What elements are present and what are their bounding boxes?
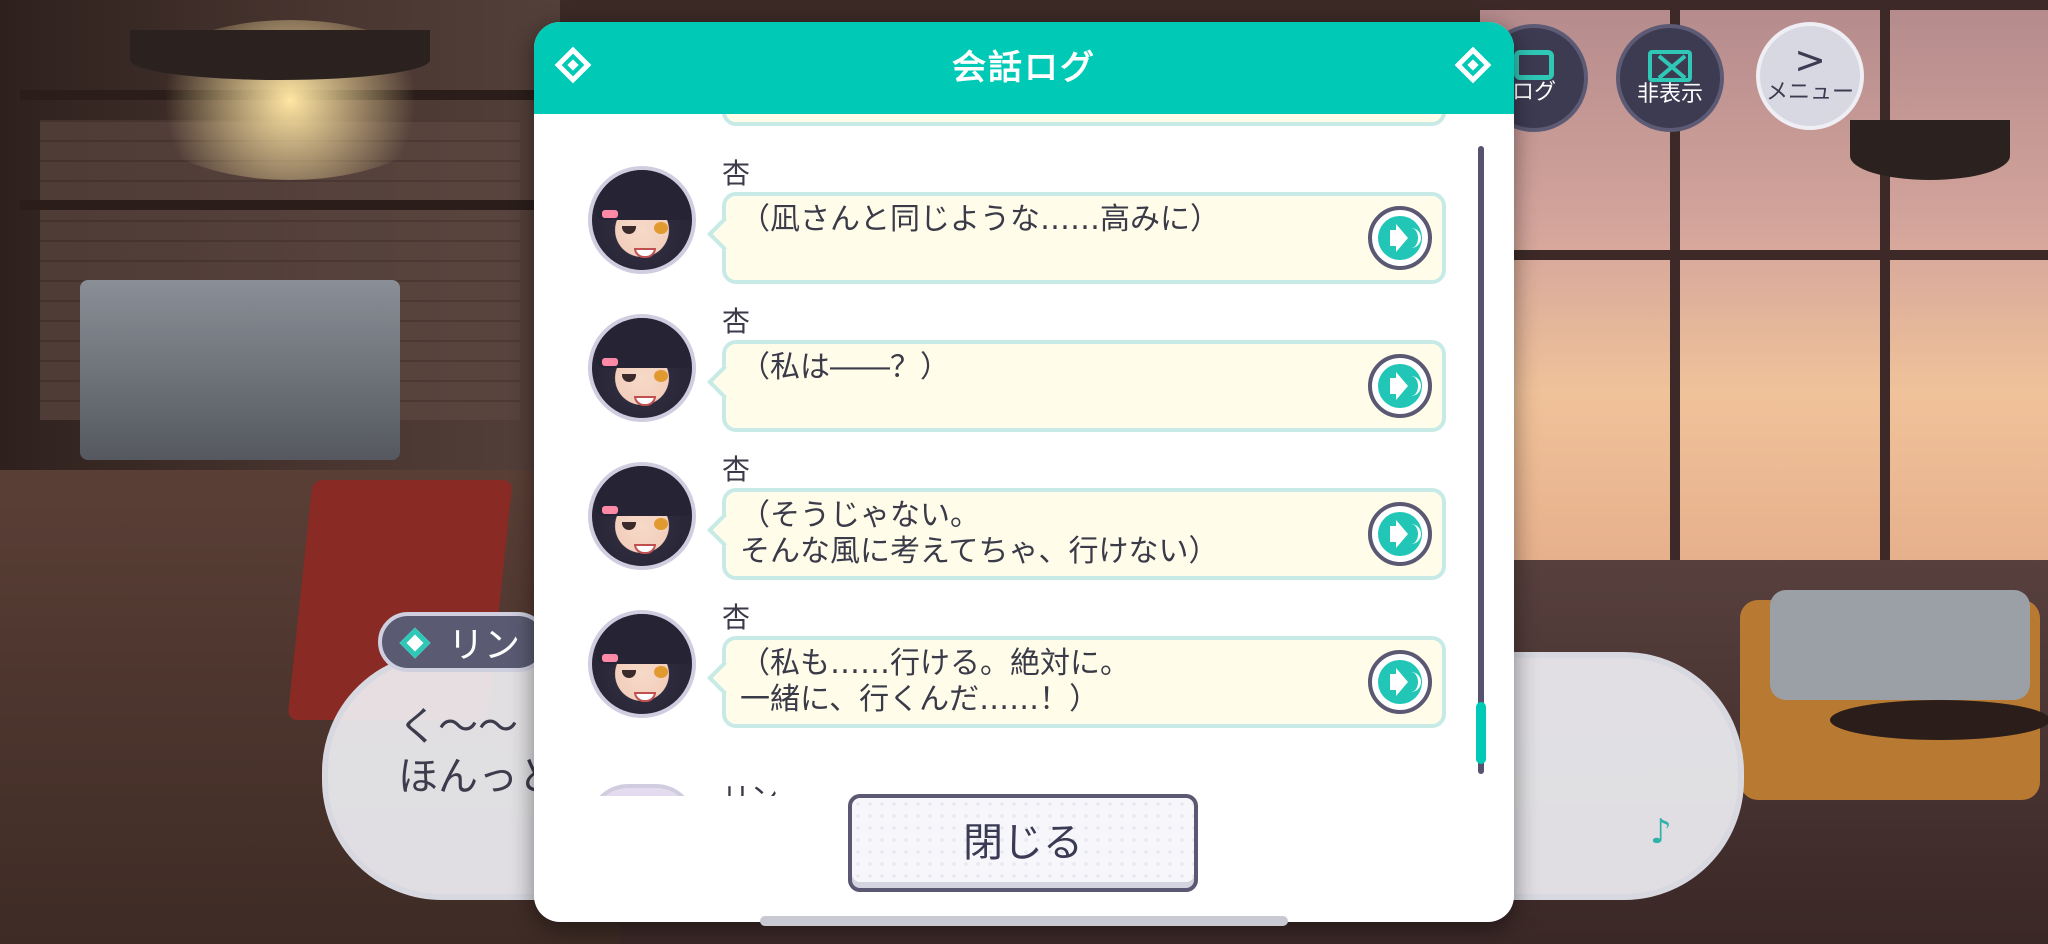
chevron-right-icon: > [1794, 38, 1826, 82]
log-list[interactable]: 杏 （凪さんと同じような……高みに） 杏 （私は――？） 杏 （そうじゃない。 … [534, 114, 1514, 796]
log-scrollbar-track[interactable] [1478, 146, 1484, 774]
chat-icon [1514, 50, 1554, 80]
log-entry: 杏 （私も……行ける。絶対に。 一緒に、行くんだ……！） [588, 601, 1448, 744]
hide-button-label: 非表示 [1636, 82, 1703, 107]
log-scrollbar-thumb[interactable] [1476, 702, 1486, 764]
dialogue-text: （凪さんと同じような……高みに） [740, 202, 1220, 237]
menu-button[interactable]: > メニュー [1756, 22, 1864, 130]
speaker-name: 杏 [722, 453, 751, 486]
speaker-name: 杏 [722, 157, 751, 190]
dialogue-bubble: （私は――？） [722, 340, 1446, 432]
modal-title: 会話ログ [952, 48, 1096, 88]
window-frame [1480, 0, 2048, 10]
dialogue-text: （そうじゃない。 そんな風に考えてちゃ、行けない） [740, 498, 1219, 569]
log-entry: 杏 （私は――？） [588, 305, 1448, 448]
speaker-icon [1378, 364, 1422, 408]
ceiling-lamp [1850, 120, 2010, 180]
window-frame [1480, 250, 2048, 260]
log-bubble-partial [722, 114, 1446, 126]
voice-replay-button[interactable] [1368, 502, 1432, 566]
speaker-icon [1378, 512, 1422, 556]
cafe-table [1830, 700, 2048, 740]
dialogue-text: （私も……行ける。絶対に。 一緒に、行くんだ……！） [740, 646, 1130, 717]
log-entry: 杏 （そうじゃない。 そんな風に考えてちゃ、行けない） [588, 453, 1448, 596]
character-avatar [588, 462, 696, 570]
grey-armchair [1770, 590, 2030, 700]
speaker-name: 杏 [722, 601, 751, 634]
character-avatar [588, 314, 696, 422]
ceiling-lamp [130, 30, 430, 80]
espresso-machine [80, 280, 400, 460]
hide-ui-button[interactable]: 非表示 [1616, 24, 1724, 132]
story-speaker-nameplate: リン [378, 612, 548, 672]
hide-icon [1648, 50, 1692, 82]
dialogue-bubble: （私も……行ける。絶対に。 一緒に、行くんだ……！） [722, 636, 1446, 728]
dialogue-bubble: （そうじゃない。 そんな風に考えてちゃ、行けない） [722, 488, 1446, 580]
log-entry: 杏 （凪さんと同じような……高みに） [588, 157, 1448, 300]
speaker-name-partial: リン [722, 776, 778, 796]
character-avatar [588, 610, 696, 718]
shelf [20, 200, 540, 210]
modal-header: 会話ログ [534, 22, 1514, 114]
speaker-icon [1378, 660, 1422, 704]
voice-replay-button[interactable] [1368, 206, 1432, 270]
speaker-name: 杏 [722, 305, 751, 338]
close-button[interactable]: 閉じる [848, 794, 1198, 892]
dialogue-text: （私は――？） [740, 350, 950, 385]
speaker-icon [1378, 216, 1422, 260]
story-speaker-name: リン [448, 625, 521, 666]
diamond-icon [399, 627, 431, 659]
dialogue-bubble: （凪さんと同じような……高みに） [722, 192, 1446, 284]
home-indicator [760, 916, 1288, 926]
voice-replay-button[interactable] [1368, 650, 1432, 714]
conversation-log-modal: 会話ログ 杏 （凪さんと同じような……高みに） 杏 （私は――？） 杏 （そうじ… [534, 22, 1514, 922]
window-frame [1880, 0, 1890, 560]
menu-button-label: メニュー [1765, 80, 1854, 105]
character-avatar [588, 166, 696, 274]
voice-replay-button[interactable] [1368, 354, 1432, 418]
music-note-icon: ♪ [1650, 812, 1672, 852]
character-avatar-partial [588, 784, 696, 796]
